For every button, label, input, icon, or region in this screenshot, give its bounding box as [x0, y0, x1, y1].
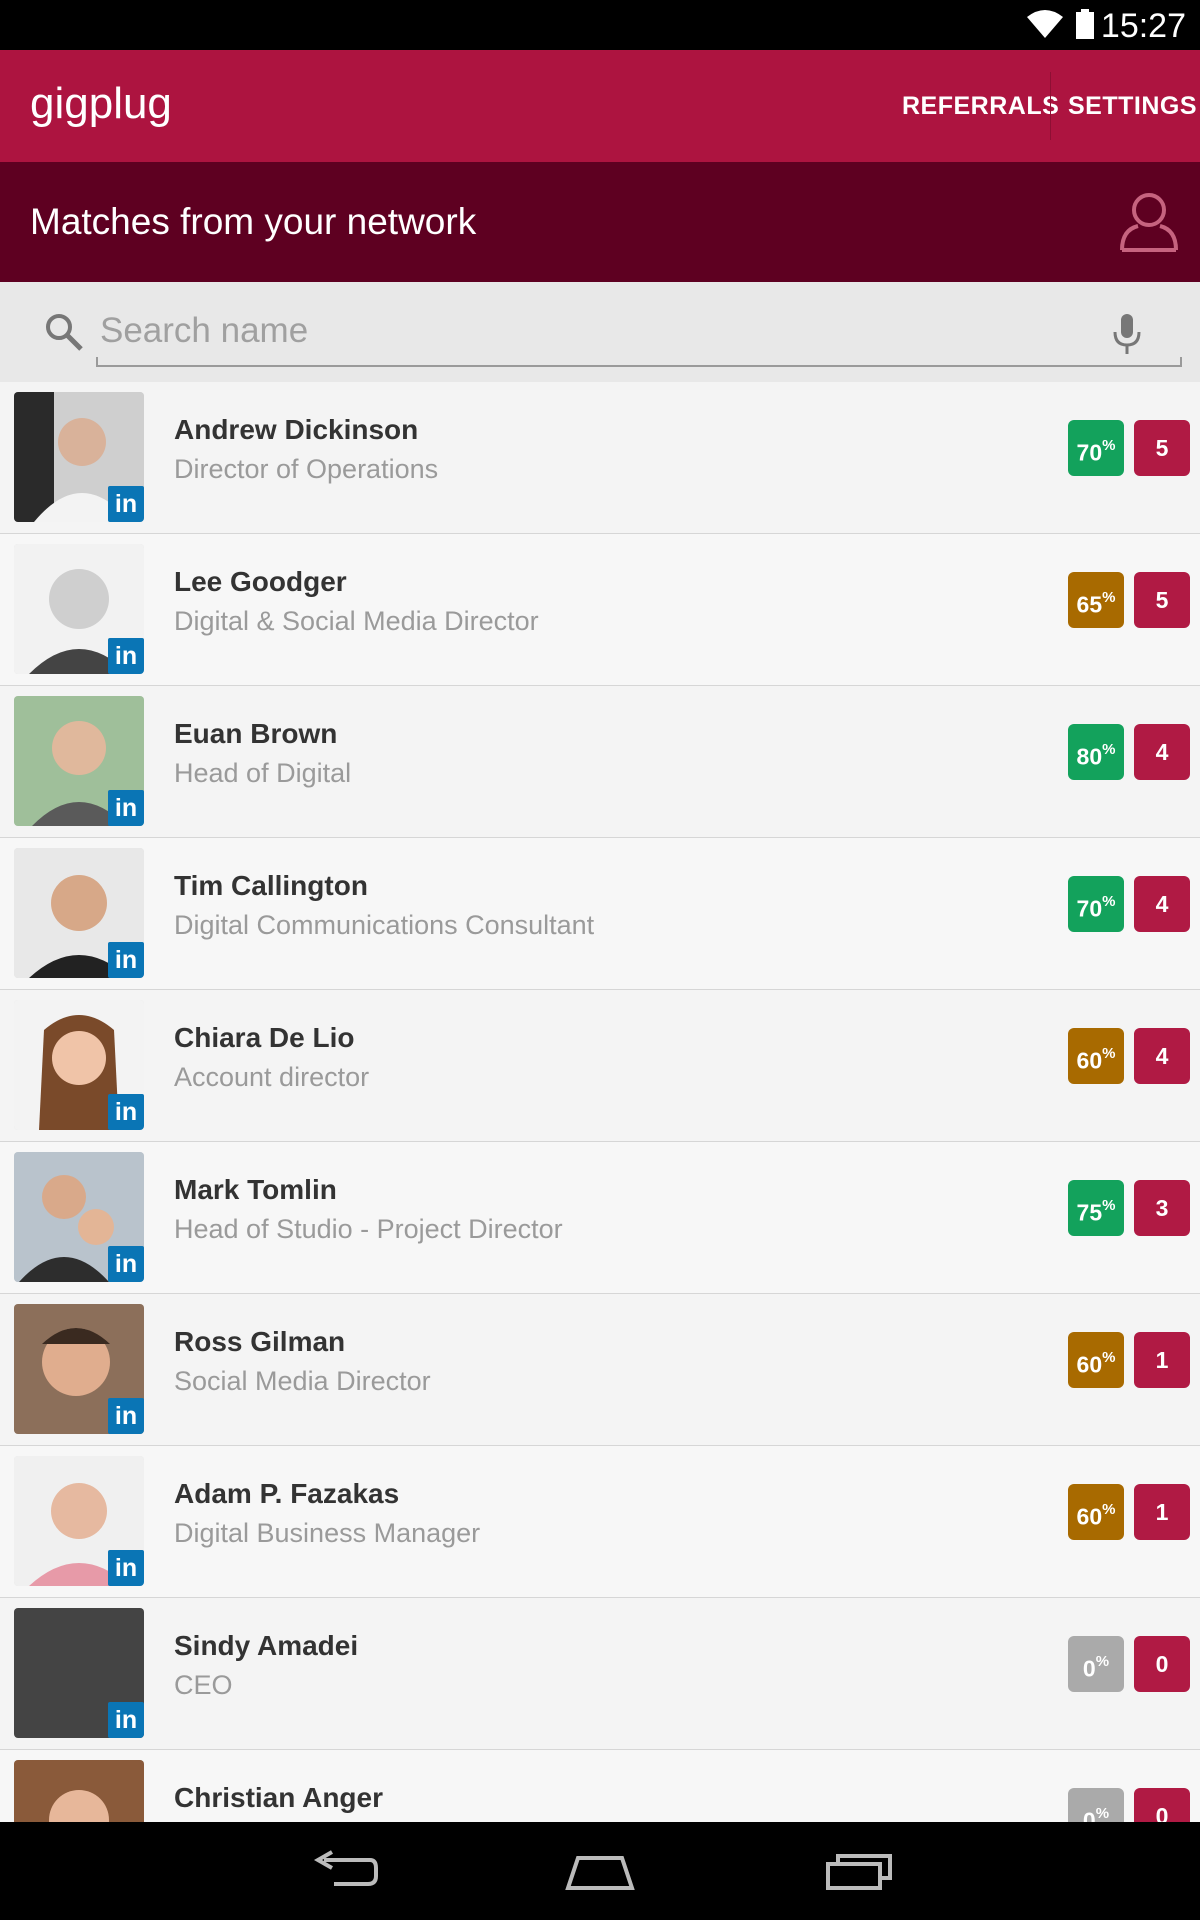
count-badge: 0	[1134, 1788, 1190, 1822]
match-percent-badge: 0%	[1068, 1788, 1124, 1822]
list-item[interactable]: in Adam P. Fazakas Digital Business Mana…	[0, 1446, 1200, 1598]
contact-title: Digital & Social Media Director	[174, 606, 539, 636]
match-percent-badge: 60%	[1068, 1332, 1124, 1388]
count-badge: 4	[1134, 724, 1190, 780]
home-icon[interactable]	[564, 1850, 636, 1892]
contact-name: Lee Goodger	[174, 566, 347, 597]
match-percent-badge: 0%	[1068, 1636, 1124, 1692]
contact-name: Euan Brown	[174, 718, 338, 749]
settings-button[interactable]: SETTINGS	[1068, 50, 1197, 162]
search-bar	[0, 282, 1200, 382]
status-time: 15:27	[1100, 7, 1186, 45]
contact-title: Head of Digital	[174, 758, 352, 788]
list-item[interactable]: in Christian Anger 0% 0	[0, 1750, 1200, 1822]
linkedin-icon: in	[108, 1398, 144, 1434]
linkedin-icon: in	[108, 1094, 144, 1130]
contact-name: Mark Tomlin	[174, 1174, 337, 1205]
search-underline	[96, 357, 1182, 367]
nav-divider	[1050, 72, 1051, 140]
list-item[interactable]: in Chiara De Lio Account director 60% 4	[0, 990, 1200, 1142]
list-item[interactable]: in Euan Brown Head of Digital 80% 4	[0, 686, 1200, 838]
list-item[interactable]: in Lee Goodger Digital & Social Media Di…	[0, 534, 1200, 686]
page-header: Matches from your network	[0, 162, 1200, 282]
contact-name: Andrew Dickinson	[174, 414, 419, 445]
avatar: in	[14, 1304, 144, 1434]
count-badge: 1	[1134, 1484, 1190, 1540]
list-item[interactable]: in Andrew Dickinson Director of Operatio…	[0, 382, 1200, 534]
profile-icon[interactable]	[1116, 188, 1182, 254]
contact-title: Digital Communications Consultant	[174, 910, 595, 940]
linkedin-icon: in	[108, 942, 144, 978]
linkedin-icon: in	[108, 1550, 144, 1586]
contact-list[interactable]: in Andrew Dickinson Director of Operatio…	[0, 382, 1200, 1822]
list-item[interactable]: in Tim Callington Digital Communications…	[0, 838, 1200, 990]
contact-title: Director of Operations	[174, 454, 439, 484]
contact-name: Sindy Amadei	[174, 1630, 359, 1661]
microphone-icon[interactable]	[1110, 312, 1144, 356]
linkedin-icon: in	[108, 638, 144, 674]
match-percent-badge: 60%	[1068, 1028, 1124, 1084]
list-item[interactable]: in Mark Tomlin Head of Studio - Project …	[0, 1142, 1200, 1294]
count-badge: 0	[1134, 1636, 1190, 1692]
gigplug-logo[interactable]: gigplug	[30, 76, 212, 138]
contact-name: Tim Callington	[174, 870, 368, 901]
avatar: in	[14, 696, 144, 826]
avatar: in	[14, 544, 144, 674]
list-item[interactable]: in Sindy Amadei CEO 0% 0	[0, 1598, 1200, 1750]
match-percent-badge: 70%	[1068, 876, 1124, 932]
status-bar: 15:27	[0, 0, 1200, 50]
referrals-button[interactable]: REFERRALS	[902, 50, 1059, 162]
avatar: in	[14, 1152, 144, 1282]
app-bar: gigplug REFERRALS SETTINGS	[0, 50, 1200, 162]
count-badge: 4	[1134, 1028, 1190, 1084]
linkedin-icon: in	[108, 1246, 144, 1282]
wifi-icon	[1027, 10, 1063, 38]
contact-title: Head of Studio - Project Director	[174, 1214, 563, 1244]
count-badge: 5	[1134, 420, 1190, 476]
match-percent-badge: 60%	[1068, 1484, 1124, 1540]
contact-title: Account director	[174, 1062, 370, 1092]
contact-name: Adam P. Fazakas	[174, 1478, 400, 1509]
contact-name: Christian Anger	[174, 1782, 383, 1813]
contact-name: Ross Gilman	[174, 1326, 346, 1357]
contact-title: Social Media Director	[174, 1366, 431, 1396]
count-badge: 5	[1134, 572, 1190, 628]
svg-text:gigplug: gigplug	[30, 79, 172, 128]
contact-name: Chiara De Lio	[174, 1022, 355, 1053]
battery-icon	[1076, 9, 1094, 39]
back-icon[interactable]	[310, 1850, 380, 1892]
search-input[interactable]	[98, 304, 1062, 358]
page-title: Matches from your network	[30, 201, 477, 242]
search-icon	[46, 314, 83, 351]
linkedin-icon: in	[108, 486, 144, 522]
match-percent-badge: 65%	[1068, 572, 1124, 628]
contact-title: Digital Business Manager	[174, 1518, 481, 1548]
recents-icon[interactable]	[824, 1850, 894, 1892]
match-percent-badge: 80%	[1068, 724, 1124, 780]
match-percent-badge: 70%	[1068, 420, 1124, 476]
linkedin-icon: in	[108, 1702, 144, 1738]
contact-title: CEO	[174, 1670, 233, 1700]
avatar-photo	[14, 1760, 144, 1822]
system-nav-bar	[0, 1822, 1200, 1920]
count-badge: 4	[1134, 876, 1190, 932]
linkedin-icon: in	[108, 790, 144, 826]
list-item[interactable]: in Ross Gilman Social Media Director 60%…	[0, 1294, 1200, 1446]
avatar: in	[14, 1608, 144, 1738]
match-percent-badge: 75%	[1068, 1180, 1124, 1236]
avatar: in	[14, 1760, 144, 1822]
count-badge: 1	[1134, 1332, 1190, 1388]
avatar: in	[14, 848, 144, 978]
avatar: in	[14, 392, 144, 522]
avatar: in	[14, 1000, 144, 1130]
count-badge: 3	[1134, 1180, 1190, 1236]
avatar: in	[14, 1456, 144, 1586]
